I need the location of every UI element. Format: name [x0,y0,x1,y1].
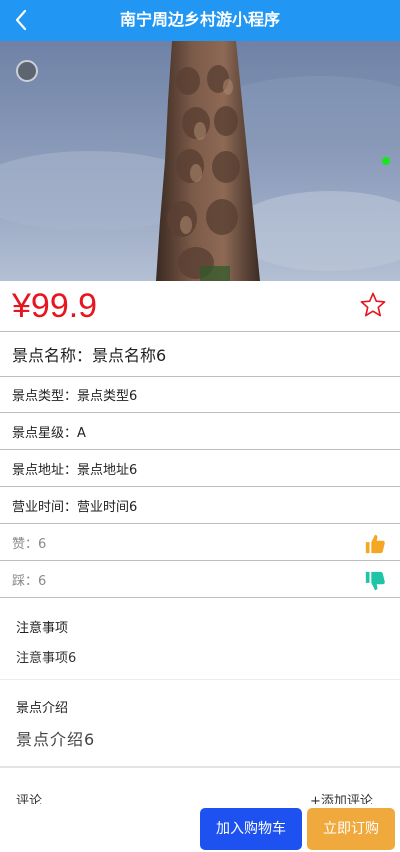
intro-title: 景点介绍 [16,701,69,716]
notice-body: 注意事项6 [16,651,77,666]
thumbs-down-icon[interactable] [364,570,386,592]
scenic-type-row: 景点类型：景点类型6 [0,377,400,413]
intro-body: 景点介绍6 [16,730,96,749]
notice-section: 注意事项 注意事项6 [0,617,400,666]
notice-title: 注意事项 [16,621,69,636]
intro-section: 景点介绍 景点介绍6 [0,697,400,750]
likes-row: 赞：6 [0,524,400,561]
section-divider [0,679,400,680]
scenic-address-text: 景点地址：景点地址6 [12,462,138,478]
section-divider [0,766,400,768]
scenic-level-row: 景点星级：A [0,413,400,450]
scenic-name-text: 景点名称：景点名称6 [12,346,167,365]
app-header: 南宁周边乡村游小程序 [0,0,400,41]
scenic-level-text: 景点星级：A [12,425,86,441]
scenic-type-text: 景点类型：景点类型6 [12,389,138,404]
likes-text: 赞：6 [12,536,47,552]
carousel-indicator[interactable] [16,60,38,82]
dislikes-row: 踩：6 [0,561,400,598]
page-title: 南宁周边乡村游小程序 [119,10,280,29]
opening-hours-text: 营业时间：营业时间6 [12,499,138,515]
scenic-address-row: 景点地址：景点地址6 [0,450,400,487]
opening-hours-row: 营业时间：营业时间6 [0,487,400,524]
price-row: ¥99.9 [0,281,400,332]
banner-carousel[interactable] [0,41,400,281]
add-to-cart-button[interactable]: 加入购物车 [200,808,302,850]
bottom-action-bar: 评论 +添加评论 加入购物车 立即订购 [0,794,400,852]
scenic-photo [0,41,400,281]
dislikes-text: 踩：6 [12,573,47,589]
scenic-name-row: 景点名称：景点名称6 [0,332,400,377]
price-text: ¥99.9 [12,287,98,325]
thumbs-up-icon[interactable] [364,533,386,555]
comments-title: 评论 [16,794,43,804]
star-icon[interactable] [360,292,386,318]
add-comment-link[interactable]: +添加评论 [310,790,373,804]
order-now-button[interactable]: 立即订购 [307,808,395,850]
carousel-dot[interactable] [382,157,390,165]
